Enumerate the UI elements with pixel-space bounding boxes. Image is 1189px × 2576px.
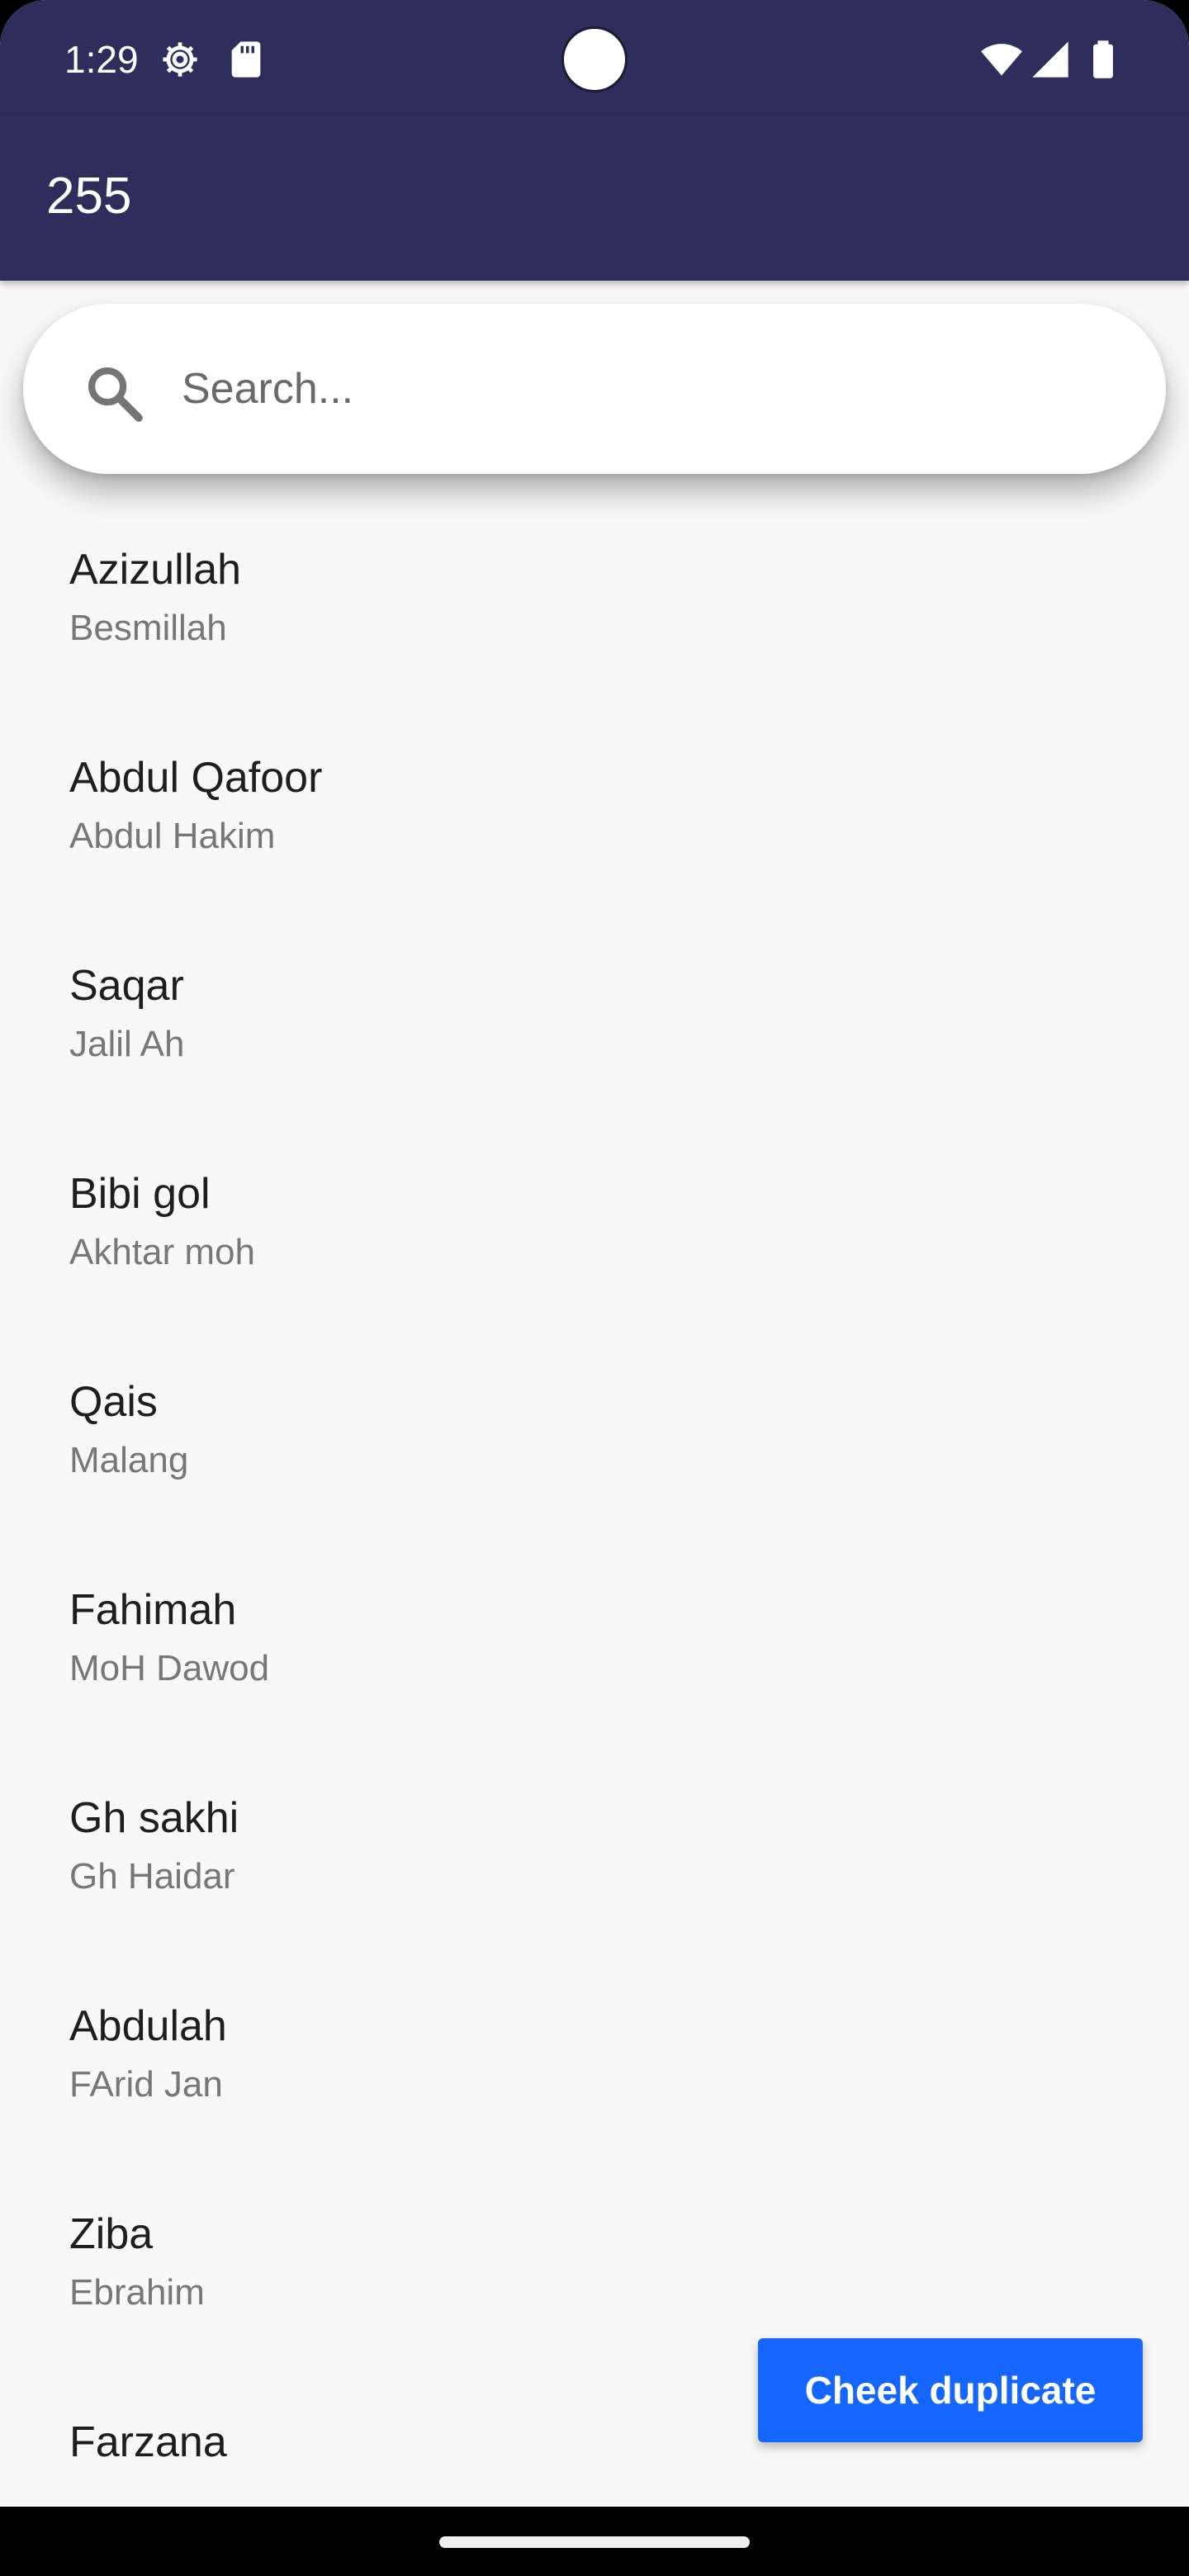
search-bar[interactable] <box>23 304 1166 474</box>
list-item-name: Gh sakhi <box>69 1794 239 1842</box>
list-item-subtitle: Besmillah <box>69 608 227 648</box>
list-item-subtitle: Akhtar moh <box>69 1232 255 1272</box>
list-item[interactable]: Qais Malang <box>0 1328 1189 1536</box>
list-item-name: Abdulah <box>69 2002 227 2050</box>
list-item-subtitle: Abdul Hakim <box>69 816 276 856</box>
list-item-name: Qais <box>69 1378 158 1426</box>
list-item-subtitle: FArid Jan <box>69 2064 223 2105</box>
list-item-name: Fahimah <box>69 1586 237 1634</box>
list-item-subtitle: Malang <box>69 1440 189 1480</box>
search-input[interactable] <box>182 352 1106 426</box>
app-bar: 255 <box>0 116 1189 281</box>
list-item-name: Saqar <box>69 962 184 1010</box>
navigation-bar <box>0 2507 1189 2576</box>
status-time: 1:29 <box>64 38 139 81</box>
list-item[interactable]: Abdulah FArid Jan <box>0 1952 1189 2160</box>
list-item[interactable]: Abdul Qafoor Abdul Hakim <box>0 703 1189 912</box>
camera-cutout <box>561 26 628 92</box>
wifi-icon <box>981 44 1022 76</box>
signal-icon <box>1032 41 1068 78</box>
check-duplicate-button[interactable]: Cheek duplicate <box>758 2338 1143 2442</box>
list-item-subtitle: Jalil Ah <box>69 1024 185 1064</box>
list-item-subtitle: Ebrahim <box>69 2272 205 2313</box>
list-item-name: Farzana <box>69 2418 227 2466</box>
list-item[interactable]: Gh sakhi Gh Haidar <box>0 1744 1189 1952</box>
status-bar: 1:29 <box>0 0 1189 116</box>
app-screen: 1:29 255 Search... Azizullah Besmillah A… <box>0 0 1189 2576</box>
person-list[interactable]: Azizullah Besmillah Abdul Qafoor Abdul H… <box>0 495 1189 2507</box>
list-item[interactable]: Azizullah Besmillah <box>0 495 1189 703</box>
battery-icon <box>1093 40 1113 78</box>
list-item-subtitle: Gh Haidar <box>69 1856 235 1896</box>
search-icon <box>88 367 143 422</box>
gear-icon <box>163 42 197 77</box>
sd-card-icon <box>231 41 261 78</box>
list-item-name: Abdul Qafoor <box>69 754 323 802</box>
list-item[interactable]: Bibi gol Akhtar moh <box>0 1120 1189 1328</box>
home-indicator[interactable] <box>439 2536 750 2548</box>
list-item-name: Azizullah <box>69 546 242 594</box>
list-item[interactable]: Fahimah MoH Dawod <box>0 1536 1189 1744</box>
list-item-name: Ziba <box>69 2210 154 2258</box>
list-item[interactable]: Saqar Jalil Ah <box>0 912 1189 1120</box>
list-item[interactable]: Ziba Ebrahim <box>0 2160 1189 2368</box>
app-title: 255 <box>46 168 132 225</box>
list-item-name: Bibi gol <box>69 1170 211 1218</box>
list-item-subtitle: MoH Dawod <box>69 1648 270 1688</box>
